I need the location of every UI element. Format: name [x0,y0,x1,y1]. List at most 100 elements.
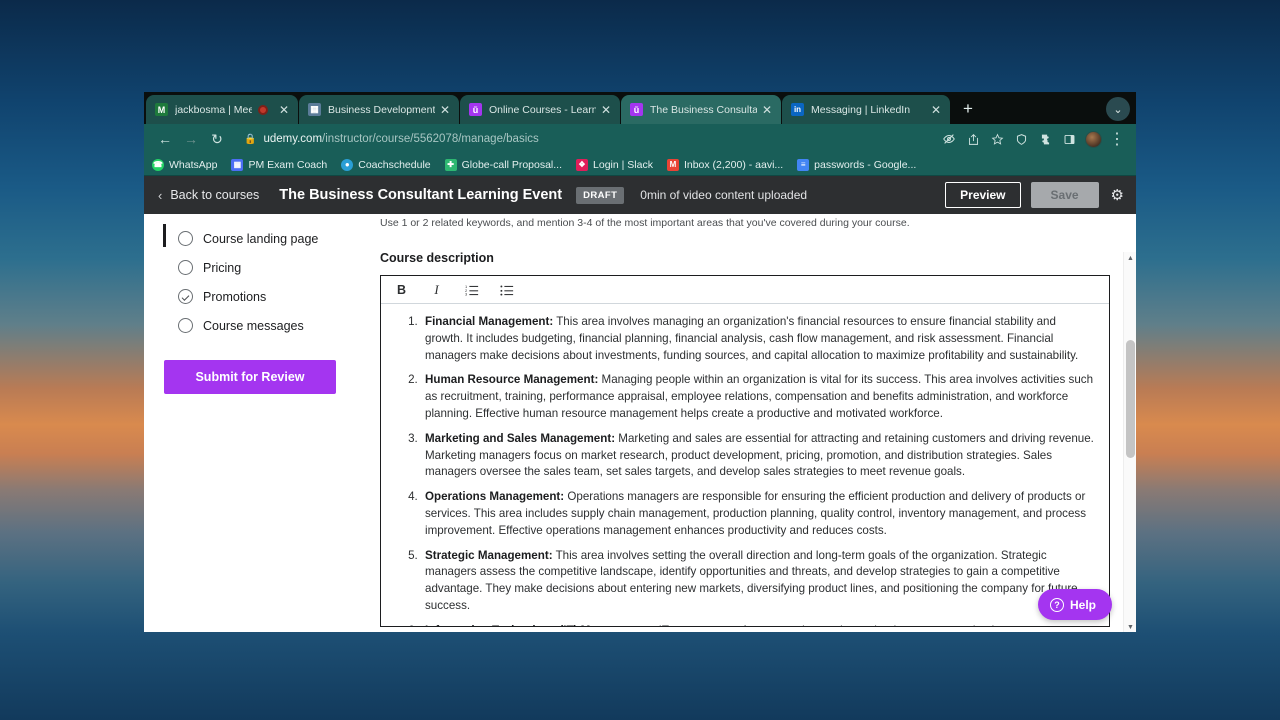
list-item-term: Human Resource Management: [425,373,599,387]
bookmark-globe-call-proposal[interactable]: ✚ Globe-call Proposal... [444,158,563,171]
bookmark-coachschedule[interactable]: ● Coachschedule [341,158,431,171]
three-dot-menu-icon[interactable]: ⋮ [1106,128,1128,150]
browser-window: M jackbosma | Meetn ✕ ▦ Business Develop… [144,92,1136,632]
new-tab-button[interactable]: + [955,96,981,122]
browser-tab-4[interactable]: in Messaging | LinkedIn ✕ [782,95,950,124]
list-item: Human Resource Management: Managing peop… [421,372,1095,422]
share-icon[interactable] [962,128,984,150]
bold-icon[interactable]: B [394,282,409,298]
sidebar-item-promotions[interactable]: Promotions [144,282,358,311]
browser-tab-1[interactable]: ▦ Business Development Overvi ✕ [299,95,459,124]
profile-avatar[interactable] [1082,128,1104,150]
help-button[interactable]: ? Help [1037,589,1112,620]
rich-text-toolbar: B I 123 [381,276,1109,304]
url-path: /instructor/course/5562078/manage/basics [322,133,539,145]
page-scrollbar-thumb[interactable] [1126,340,1135,458]
tab-title-4: Messaging | LinkedIn [811,103,911,116]
sidebar-item-course-landing-page[interactable]: Course landing page [144,224,358,253]
browser-nav-bar: ← → ↻ 🔒 udemy.com/instructor/course/5562… [144,124,1136,154]
pm-exam-coach-icon: ▦ [231,158,244,171]
bookmark-label: passwords - Google... [814,158,917,171]
gear-icon[interactable]: ⚙ [1111,186,1124,204]
preview-button[interactable]: Preview [945,182,1021,208]
tab-search-chevron-down-icon[interactable]: ⌄ [1106,97,1130,121]
list-item: Financial Management: This area involves… [421,314,1095,364]
ordered-list-icon[interactable]: 123 [464,282,479,298]
list-item-term: Information Technology (IT) Management: [425,624,655,626]
tab-close-4[interactable]: ✕ [926,104,946,116]
side-panel-icon[interactable] [1058,128,1080,150]
bookmark-label: WhatsApp [169,158,218,171]
sidebar-active-indicator [163,224,166,247]
italic-icon[interactable]: I [429,282,444,298]
list-item-term: Marketing and Sales Management: [425,431,616,445]
tab-close-2[interactable]: ✕ [596,104,616,116]
tab-close-1[interactable]: ✕ [435,104,455,116]
extensions-puzzle-icon[interactable] [1034,128,1056,150]
unordered-list-icon[interactable] [499,282,514,298]
passwords-icon: ≡ [797,158,810,171]
tab-favicon-meetn: M [155,103,168,116]
sidebar-item-course-messages[interactable]: Course messages [144,311,358,340]
address-bar[interactable]: 🔒 udemy.com/instructor/course/5562078/ma… [236,128,938,150]
tab-close-3[interactable]: ✕ [757,104,777,116]
browser-tab-2[interactable]: ũ Online Courses - Learn Anythi ✕ [460,95,620,124]
reload-icon[interactable]: ↻ [204,127,230,151]
status-badge: DRAFT [576,186,625,204]
tab-favicon-business-development: ▦ [308,103,321,116]
page-body: Course landing page Pricing Promotions C… [144,214,1136,632]
eye-off-icon[interactable] [938,128,960,150]
bookmark-pm-exam-coach[interactable]: ▦ PM Exam Coach [231,158,327,171]
tab-close-0[interactable]: ✕ [274,104,294,116]
whatsapp-icon: ☎ [152,158,164,171]
page-title: The Business Consultant Learning Event [279,187,563,203]
bookmark-label: Globe-call Proposal... [461,158,563,171]
circle-incomplete-icon [178,318,193,333]
coachschedule-icon: ● [341,158,354,171]
scroll-up-arrow-icon[interactable]: ▲ [1124,252,1136,265]
browser-tab-3-active[interactable]: ũ The Business Consultant Lear ✕ [621,95,781,124]
url-domain: udemy.com [263,133,323,145]
tab-title-0: jackbosma | Meetn [175,103,252,116]
course-header-bar: ‹ Back to courses The Business Consultan… [144,176,1136,214]
list-item-term: Operations Management: [425,490,565,504]
sidebar-nav-list: Course landing page Pricing Promotions C… [144,224,358,340]
bookmark-label: Login | Slack [593,158,653,171]
back-to-courses-link[interactable]: ‹ Back to courses [158,188,259,203]
circle-incomplete-icon [178,260,193,275]
sidebar-item-pricing[interactable]: Pricing [144,253,358,282]
list-item: Strategic Management: This area involves… [421,548,1095,615]
back-to-courses-label: Back to courses [170,188,260,202]
globe-call-icon: ✚ [444,158,457,171]
circle-incomplete-icon [178,231,193,246]
sidebar-item-label: Pricing [203,260,242,275]
bookmark-label: Inbox (2,200) - aavi... [683,158,784,171]
back-arrow-icon[interactable]: ← [152,127,178,151]
svg-text:3: 3 [465,292,468,296]
browser-tab-0[interactable]: M jackbosma | Meetn ✕ [146,95,298,124]
course-description-text-area[interactable]: Financial Management: This area involves… [381,304,1109,626]
course-basics-main: Use 1 or 2 related keywords, and mention… [358,214,1136,632]
tab-favicon-udemy-courses: ũ [469,103,482,116]
bookmark-star-icon[interactable] [986,128,1008,150]
tab-recording-indicator [257,104,268,115]
bookmark-slack[interactable]: ❖ Login | Slack [576,158,653,171]
tab-title-1: Business Development Overvi [328,103,435,116]
bookmark-gmail-inbox[interactable]: M Inbox (2,200) - aavi... [666,158,784,171]
page-scrollbar[interactable]: ▲ ▼ [1123,252,1136,632]
scroll-down-arrow-icon[interactable]: ▼ [1124,621,1136,632]
sidebar-item-label: Course landing page [203,231,319,246]
shield-icon[interactable] [1010,128,1032,150]
submit-for-review-button[interactable]: Submit for Review [164,360,336,394]
forward-arrow-icon[interactable]: → [178,127,204,151]
bookmark-whatsapp[interactable]: ☎ WhatsApp [152,158,218,171]
video-upload-status: 0min of video content uploaded [640,188,808,202]
description-helper-text: Use 1 or 2 related keywords, and mention… [380,217,910,229]
bookmark-google-passwords[interactable]: ≡ passwords - Google... [797,158,917,171]
lock-icon: 🔒 [244,133,257,145]
save-button[interactable]: Save [1030,182,1099,208]
question-mark-icon: ? [1049,597,1064,612]
course-description-editor[interactable]: B I 123 Financial Management: This area … [380,243,1135,632]
slack-icon: ❖ [576,158,589,171]
bookmarks-bar: ☎ WhatsApp ▦ PM Exam Coach ● Coachschedu… [144,154,1136,176]
